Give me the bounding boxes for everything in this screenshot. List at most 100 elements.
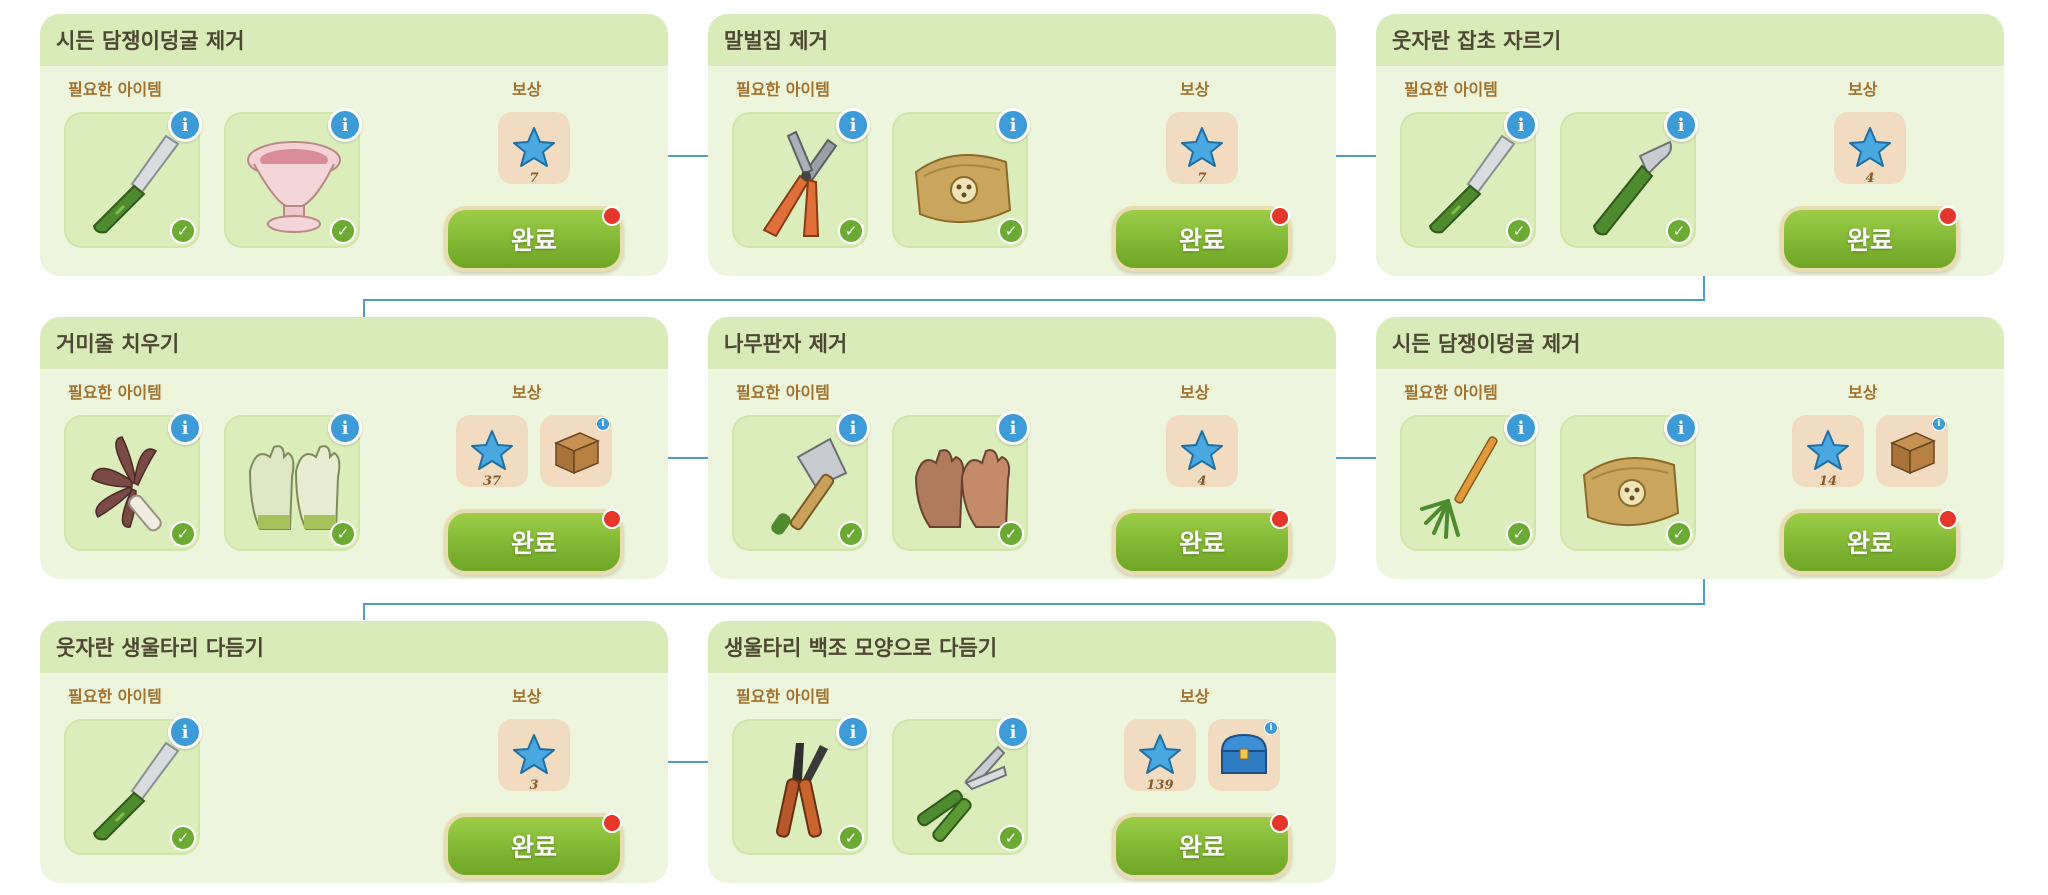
task-title: 시든 담쟁이덩굴 제거 [40, 14, 668, 66]
required-items-label: 필요한 아이템 [1404, 80, 1498, 99]
reward-label: 보상 [1180, 80, 1210, 99]
reward-slot[interactable]: 14 [1792, 415, 1864, 489]
required-item-slot[interactable]: i ✓ [1560, 411, 1698, 551]
task-title: 말벌집 제거 [708, 14, 1336, 66]
checkmark-icon: ✓ [1506, 521, 1532, 547]
task-title: 거미줄 치우기 [40, 317, 668, 369]
task-card: 말벌집 제거 필요한 아이템 보상 i ✓ i ✓ 7 완료 [708, 14, 1336, 276]
task-title: 나무판자 제거 [708, 317, 1336, 369]
info-icon[interactable]: i [1504, 108, 1538, 142]
reward-slot[interactable]: 139 [1124, 719, 1196, 793]
required-item-slot[interactable]: i ✓ [64, 108, 202, 248]
reward-slot[interactable]: 37 [456, 415, 528, 489]
required-item-slot[interactable]: i ✓ [64, 411, 202, 551]
reward-count: 139 [1146, 778, 1174, 793]
required-items-label: 필요한 아이템 [68, 80, 162, 99]
required-items-label: 필요한 아이템 [1404, 383, 1498, 402]
complete-button[interactable]: 완료 [444, 206, 624, 272]
required-item-slot[interactable]: i ✓ [64, 715, 202, 855]
reward-slot[interactable]: 4 [1834, 112, 1906, 186]
complete-button[interactable]: 완료 [444, 509, 624, 575]
complete-button[interactable]: 완료 [1112, 509, 1292, 575]
notification-dot [1938, 206, 1958, 226]
task-card: 시든 담쟁이덩굴 제거 필요한 아이템 보상 i ✓ i ✓ 7 완료 [40, 14, 668, 276]
checkmark-icon: ✓ [1666, 521, 1692, 547]
required-items-label: 필요한 아이템 [736, 383, 830, 402]
reward-count: 7 [529, 171, 539, 186]
reward-slot[interactable]: 7 [1166, 112, 1238, 186]
info-icon[interactable]: i [836, 715, 870, 749]
reward-slot[interactable]: i [1876, 415, 1948, 487]
reward-slot[interactable]: 4 [1166, 415, 1238, 489]
reward-slot[interactable]: 7 [498, 112, 570, 186]
reward-label: 보상 [512, 80, 542, 99]
info-icon[interactable]: i [1664, 108, 1698, 142]
checkmark-icon: ✓ [330, 218, 356, 244]
info-icon[interactable]: i [1932, 417, 1946, 431]
checkmark-icon: ✓ [838, 521, 864, 547]
task-title: 시든 담쟁이덩굴 제거 [1376, 317, 2004, 369]
required-item-slot[interactable]: i ✓ [732, 108, 870, 248]
complete-button-label: 완료 [510, 529, 557, 558]
info-icon[interactable]: i [168, 411, 202, 445]
complete-button[interactable]: 완료 [444, 813, 624, 879]
reward-label: 보상 [512, 687, 542, 706]
required-item-slot[interactable]: i ✓ [224, 108, 362, 248]
reward-label: 보상 [1180, 687, 1210, 706]
info-icon[interactable]: i [328, 411, 362, 445]
reward-slot[interactable]: i [540, 415, 612, 487]
info-icon[interactable]: i [1264, 721, 1278, 735]
info-icon[interactable]: i [168, 108, 202, 142]
info-icon[interactable]: i [596, 417, 610, 431]
task-card: 웃자란 잡초 자르기필요한 아이템 보상 i ✓ i ✓ 4 완료 [1376, 14, 2004, 276]
checkmark-icon: ✓ [170, 825, 196, 851]
info-icon[interactable]: i [168, 715, 202, 749]
info-icon[interactable]: i [1504, 411, 1538, 445]
required-item-slot[interactable]: i ✓ [1400, 411, 1538, 551]
required-item-slot[interactable]: i ✓ [224, 411, 362, 551]
required-items-label: 필요한 아이템 [736, 687, 830, 706]
task-title: 웃자란 잡초 자르기 [1376, 14, 2004, 66]
complete-button[interactable]: 완료 [1112, 206, 1292, 272]
checkmark-icon: ✓ [330, 521, 356, 547]
complete-button-label: 완료 [1178, 226, 1225, 255]
info-icon[interactable]: i [836, 411, 870, 445]
reward-slot[interactable]: 3 [498, 719, 570, 793]
notification-dot [602, 206, 622, 226]
task-title: 웃자란 생울타리 다듬기 [40, 621, 668, 673]
checkmark-icon: ✓ [170, 218, 196, 244]
required-item-slot[interactable]: i ✓ [1560, 108, 1698, 248]
task-title: 생울타리 백조 모양으로 다듬기 [708, 621, 1336, 673]
required-item-slot[interactable]: i ✓ [892, 108, 1030, 248]
complete-button-label: 완료 [1846, 529, 1893, 558]
info-icon[interactable]: i [996, 715, 1030, 749]
info-icon[interactable]: i [328, 108, 362, 142]
reward-count: 3 [529, 778, 539, 793]
required-item-slot[interactable]: i ✓ [732, 411, 870, 551]
checkmark-icon: ✓ [170, 521, 196, 547]
required-item-slot[interactable]: i ✓ [892, 715, 1030, 855]
complete-button[interactable]: 완료 [1112, 813, 1292, 879]
checkmark-icon: ✓ [838, 218, 864, 244]
complete-button[interactable]: 완료 [1780, 509, 1960, 575]
reward-slot[interactable]: i [1208, 719, 1280, 791]
info-icon[interactable]: i [836, 108, 870, 142]
info-icon[interactable]: i [1664, 411, 1698, 445]
checkmark-icon: ✓ [998, 825, 1024, 851]
complete-button[interactable]: 완료 [1780, 206, 1960, 272]
required-item-slot[interactable]: i ✓ [1400, 108, 1538, 248]
notification-dot [602, 813, 622, 833]
reward-count: 7 [1197, 171, 1207, 186]
required-item-slot[interactable]: i ✓ [732, 715, 870, 855]
complete-button-label: 완료 [1178, 529, 1225, 558]
required-items-label: 필요한 아이템 [68, 383, 162, 402]
info-icon[interactable]: i [996, 411, 1030, 445]
info-icon[interactable]: i [996, 108, 1030, 142]
complete-button-label: 완료 [510, 833, 557, 862]
required-item-slot[interactable]: i ✓ [892, 411, 1030, 551]
notification-dot [1270, 813, 1290, 833]
checkmark-icon: ✓ [838, 825, 864, 851]
reward-count: 4 [1865, 171, 1875, 186]
reward-label: 보상 [1848, 80, 1878, 99]
task-card: 나무판자 제거 필요한 아이템 보상 i ✓ i ✓ 4 완료 [708, 317, 1336, 579]
